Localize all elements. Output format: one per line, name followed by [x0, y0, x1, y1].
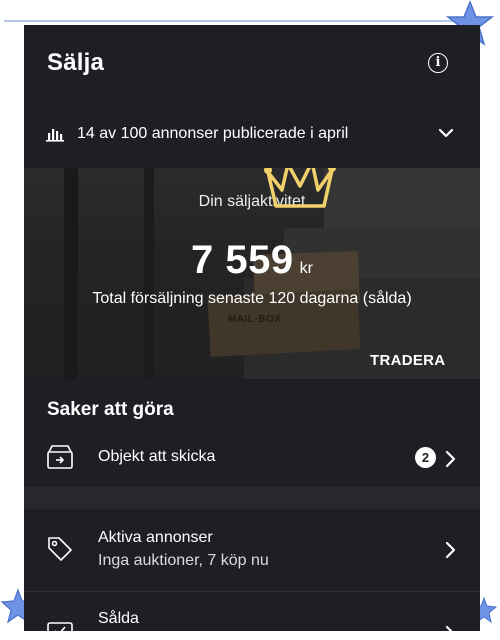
page-title: Sälja	[47, 49, 105, 76]
chevron-right-icon	[445, 450, 456, 468]
row-separator	[24, 591, 480, 592]
frame-border-line	[4, 20, 474, 22]
todo-item-label: Sålda	[98, 610, 139, 627]
page-header: Sälja i	[24, 25, 480, 105]
todo-item-sublabel: Inga auktioner, 7 köp nu	[98, 552, 269, 569]
sales-amount: 7 559	[191, 238, 294, 282]
listing-stats-row[interactable]: 14 av 100 annonser publicerade i april	[24, 115, 480, 155]
todo-count-badge: 2	[415, 447, 436, 468]
chevron-right-icon	[445, 541, 456, 559]
banner-subtitle: Din säljaktivitet	[198, 193, 306, 210]
todo-item-ship[interactable]: Objekt att skicka 2	[24, 439, 480, 479]
info-icon[interactable]: i	[428, 53, 448, 73]
tradera-logo: TRADERA	[370, 352, 446, 369]
chevron-down-icon[interactable]	[438, 127, 454, 139]
crown-sticker-icon	[264, 168, 336, 208]
shipping-box-icon	[47, 445, 73, 469]
bar-chart-icon	[46, 129, 64, 142]
todo-section-title: Saker att göra	[47, 399, 174, 420]
sales-total: 7 559 kr	[24, 238, 480, 283]
section-divider	[24, 487, 480, 509]
app-screen: Sälja i 14 av 100 annonser publicerade i…	[24, 25, 480, 631]
screenshot-frame: Sälja i 14 av 100 annonser publicerade i…	[0, 0, 500, 640]
sales-activity-banner[interactable]: MAIL-BOX Din säljaktivitet 7 559 kr Total…	[24, 168, 480, 379]
sold-icon	[47, 622, 73, 631]
chevron-right-icon	[445, 625, 453, 631]
listing-stats-text: 14 av 100 annonser publicerade i april	[77, 125, 349, 142]
todo-item-active-listings[interactable]: Aktiva annonser Inga auktioner, 7 köp nu	[24, 521, 480, 581]
price-tag-icon	[48, 537, 72, 561]
todo-item-label: Objekt att skicka	[98, 448, 216, 465]
sales-caption: Total försäljning senaste 120 dagarna (s…	[92, 290, 412, 307]
todo-item-sold[interactable]: Sålda	[24, 601, 480, 631]
todo-item-label: Aktiva annonser	[98, 529, 213, 546]
sales-currency: kr	[299, 260, 313, 277]
